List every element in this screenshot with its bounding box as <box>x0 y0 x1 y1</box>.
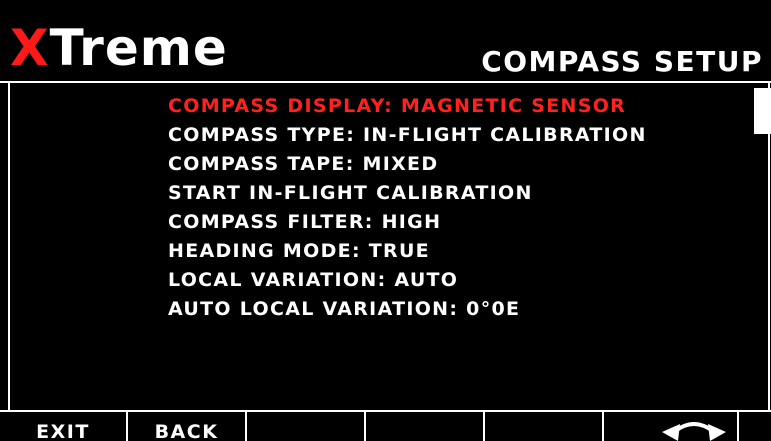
menu-item-heading-mode[interactable]: HEADING MODE: TRUE <box>168 237 647 266</box>
softkey-divider <box>245 412 247 441</box>
back-button[interactable]: BACK <box>128 412 245 441</box>
left-border <box>8 82 10 411</box>
exit-button[interactable]: EXIT <box>0 412 126 441</box>
softkey-bar: EXIT BACK <box>0 412 771 441</box>
softkey-3[interactable] <box>247 412 364 441</box>
menu-item-compass-display[interactable]: COMPASS DISPLAY: MAGNETIC SENSOR <box>168 92 647 121</box>
softkey-divider <box>737 412 739 441</box>
logo-treme: Treme <box>49 19 228 77</box>
menu-item-local-variation[interactable]: LOCAL VARIATION: AUTO <box>168 266 647 295</box>
menu-item-compass-tape[interactable]: COMPASS TAPE: MIXED <box>168 150 647 179</box>
menu-item-start-calibration[interactable]: START IN-FLIGHT CALIBRATION <box>168 179 647 208</box>
scrollbar-thumb[interactable] <box>754 88 771 134</box>
menu-item-auto-local-variation[interactable]: AUTO LOCAL VARIATION: 0°0E <box>168 295 647 324</box>
logo-x: X <box>10 19 50 77</box>
softkey-divider <box>364 412 366 441</box>
rotate-knob-icon <box>662 422 726 441</box>
setup-menu: COMPASS DISPLAY: MAGNETIC SENSOR COMPASS… <box>168 92 647 324</box>
xtreme-logo: XTreme <box>10 20 228 76</box>
menu-item-compass-type[interactable]: COMPASS TYPE: IN-FLIGHT CALIBRATION <box>168 121 647 150</box>
softkey-divider <box>483 412 485 441</box>
softkey-divider <box>126 412 128 441</box>
menu-item-compass-filter[interactable]: COMPASS FILTER: HIGH <box>168 208 647 237</box>
softkey-divider <box>602 412 604 441</box>
page-title: COMPASS SETUP <box>481 45 763 78</box>
header-divider <box>0 81 771 83</box>
device-screen: XTreme COMPASS SETUP COMPASS DISPLAY: MA… <box>0 0 771 441</box>
softkey-4[interactable] <box>366 412 483 441</box>
softkey-5[interactable] <box>485 412 602 441</box>
